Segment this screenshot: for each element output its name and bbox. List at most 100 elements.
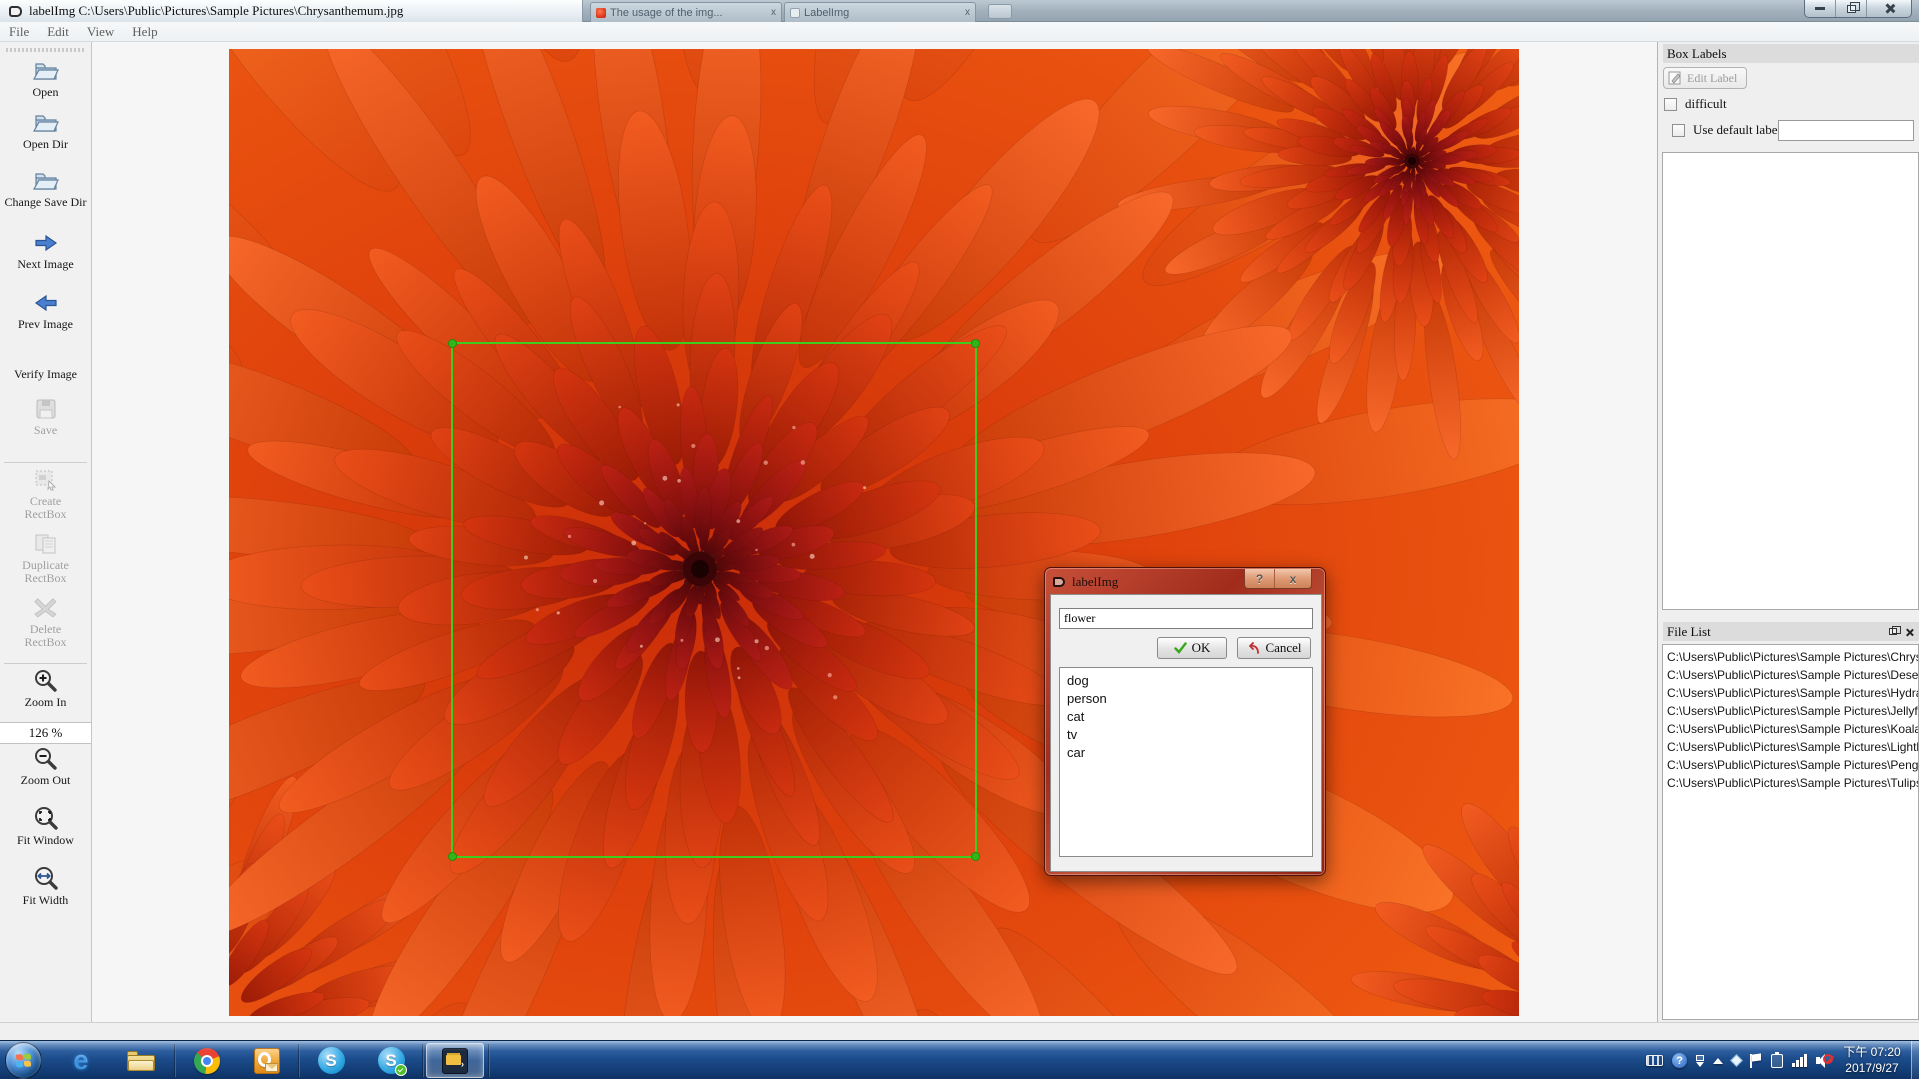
taskbar-labelimg-active[interactable]: › bbox=[426, 1043, 484, 1078]
dock-float-icon[interactable] bbox=[1889, 628, 1897, 635]
toolbar-separator bbox=[4, 462, 87, 463]
tab-labelimg[interactable]: LabelImg x bbox=[784, 2, 976, 22]
file-row[interactable]: C:\Users\Public\Pictures\Sample Pictures… bbox=[1663, 720, 1918, 738]
tab-close-icon[interactable]: x bbox=[965, 8, 970, 18]
difficult-checkbox[interactable] bbox=[1664, 98, 1677, 111]
file-row[interactable]: C:\Users\Public\Pictures\Sample Pictures… bbox=[1663, 738, 1918, 756]
delete-rectbox-button[interactable]: Delete RectBox bbox=[0, 595, 91, 659]
dialog-close-button[interactable]: x bbox=[1275, 569, 1311, 588]
dialog-title: labelImg bbox=[1072, 574, 1118, 590]
gray-page-icon bbox=[790, 8, 800, 18]
duplicate-rectbox-icon bbox=[31, 531, 61, 557]
help-tray-icon[interactable]: ? bbox=[1672, 1053, 1687, 1068]
menu-file[interactable]: File bbox=[0, 24, 38, 40]
taskbar-skype[interactable]: S bbox=[302, 1043, 360, 1078]
label-option[interactable]: car bbox=[1060, 744, 1312, 762]
taskbar-internet-explorer[interactable]: e bbox=[52, 1043, 110, 1078]
file-list[interactable]: C:\Users\Public\Pictures\Sample Pictures… bbox=[1662, 644, 1919, 1020]
restore-mini-icon[interactable] bbox=[1696, 1055, 1704, 1067]
bbox-handle-top-right[interactable] bbox=[971, 339, 980, 348]
minimize-button[interactable] bbox=[1805, 0, 1836, 17]
file-row[interactable]: C:\Users\Public\Pictures\Sample Pictures… bbox=[1663, 774, 1918, 792]
taskbar-chrome[interactable] bbox=[178, 1043, 236, 1078]
dock-close-icon[interactable] bbox=[1905, 628, 1913, 636]
active-window-tab[interactable]: labelImg C:\Users\Public\Pictures\Sample… bbox=[0, 0, 583, 22]
file-row[interactable]: C:\Users\Public\Pictures\Sample Pictures… bbox=[1663, 702, 1918, 720]
red-page-icon bbox=[596, 8, 606, 18]
ok-button[interactable]: OK bbox=[1157, 637, 1227, 659]
toolbar-drag-handle[interactable] bbox=[6, 48, 85, 52]
zoom-level-value[interactable]: 126 % bbox=[0, 722, 91, 744]
action-center-flag-icon[interactable] bbox=[1750, 1054, 1762, 1068]
tab-close-icon[interactable]: x bbox=[771, 8, 776, 18]
dialog-help-button[interactable]: ? bbox=[1245, 569, 1275, 588]
prev-image-button[interactable]: Prev Image bbox=[0, 290, 91, 350]
label-name-input[interactable] bbox=[1059, 608, 1313, 629]
use-default-label-checkbox[interactable] bbox=[1672, 124, 1685, 137]
edit-label-button[interactable]: Edit Label bbox=[1663, 67, 1747, 89]
zoom-in-icon bbox=[31, 668, 61, 694]
window-title: labelImg C:\Users\Public\Pictures\Sample… bbox=[29, 3, 403, 19]
label-option[interactable]: tv bbox=[1060, 726, 1312, 744]
menu-help[interactable]: Help bbox=[123, 24, 166, 40]
taskbar-outlook[interactable] bbox=[238, 1043, 296, 1078]
label-options-list[interactable]: dog person cat tv car bbox=[1059, 667, 1313, 857]
taskbar-file-explorer[interactable] bbox=[112, 1043, 170, 1078]
label-option[interactable]: dog bbox=[1060, 672, 1312, 690]
label-option[interactable]: person bbox=[1060, 690, 1312, 708]
start-button[interactable] bbox=[5, 1042, 42, 1079]
file-row[interactable]: C:\Users\Public\Pictures\Sample Pictures… bbox=[1663, 666, 1918, 684]
folder-open-icon bbox=[31, 58, 61, 84]
create-rectbox-button[interactable]: Create RectBox bbox=[0, 467, 91, 531]
taskbar-clock[interactable]: 下午 07:20 2017/9/27 bbox=[1835, 1044, 1909, 1076]
touch-keyboard-icon[interactable] bbox=[1646, 1055, 1663, 1066]
menu-edit[interactable]: Edit bbox=[38, 24, 78, 40]
minimize-icon bbox=[1815, 7, 1825, 10]
bbox-handle-top-left[interactable] bbox=[448, 339, 457, 348]
duplicate-rectbox-button[interactable]: Duplicate RectBox bbox=[0, 531, 91, 595]
verify-image-button[interactable]: Verify Image bbox=[0, 350, 91, 396]
bbox-handle-bottom-right[interactable] bbox=[971, 852, 980, 861]
file-row[interactable]: C:\Users\Public\Pictures\Sample Pictures… bbox=[1663, 648, 1918, 666]
file-row[interactable]: C:\Users\Public\Pictures\Sample Pictures… bbox=[1663, 684, 1918, 702]
fit-width-button[interactable]: Fit Width bbox=[0, 858, 91, 918]
cancel-button[interactable]: Cancel bbox=[1237, 637, 1311, 659]
tab-usage-page[interactable]: The usage of the img... x bbox=[590, 2, 782, 22]
annotation-bounding-box[interactable] bbox=[451, 342, 977, 858]
clipboard-icon[interactable] bbox=[1771, 1054, 1783, 1068]
skype-online-icon: S bbox=[378, 1047, 405, 1074]
menu-view[interactable]: View bbox=[78, 24, 123, 40]
taskbar-separator bbox=[488, 1044, 490, 1077]
outlook-icon bbox=[254, 1048, 280, 1074]
new-tab-button[interactable] bbox=[988, 4, 1012, 19]
right-dock-panel: Box Labels Edit Label difficult Use defa… bbox=[1657, 42, 1919, 1022]
taskbar-skype-online[interactable]: S bbox=[362, 1043, 420, 1078]
chrome-icon bbox=[194, 1048, 220, 1074]
arrow-right-icon bbox=[31, 230, 61, 256]
restore-button[interactable] bbox=[1836, 0, 1867, 17]
network-signal-icon[interactable] bbox=[1792, 1054, 1807, 1067]
label-option[interactable]: cat bbox=[1060, 708, 1312, 726]
file-list-header: File List bbox=[1663, 622, 1919, 641]
volume-muted-icon[interactable] bbox=[1816, 1053, 1833, 1068]
zoom-in-button[interactable]: Zoom In bbox=[0, 668, 91, 720]
file-row[interactable]: C:\Users\Public\Pictures\Sample Pictures… bbox=[1663, 756, 1918, 774]
label-dialog: labelImg ? x OK Cancel dog person cat tv… bbox=[1044, 567, 1326, 876]
zoom-out-button[interactable]: Zoom Out bbox=[0, 746, 91, 798]
save-button[interactable]: Save bbox=[0, 396, 91, 458]
open-button[interactable]: Open bbox=[0, 58, 91, 110]
show-hidden-icons-arrow[interactable] bbox=[1713, 1058, 1723, 1064]
dropbox-icon[interactable] bbox=[1730, 1054, 1743, 1067]
close-button[interactable] bbox=[1867, 0, 1911, 17]
fit-window-button[interactable]: Fit Window bbox=[0, 798, 91, 858]
labelimg-app-icon bbox=[9, 6, 22, 17]
box-labels-list[interactable] bbox=[1662, 152, 1919, 610]
default-label-input[interactable] bbox=[1778, 120, 1914, 141]
image-canvas[interactable] bbox=[92, 42, 1657, 1022]
next-image-button[interactable]: Next Image bbox=[0, 230, 91, 290]
show-desktop-button[interactable] bbox=[1911, 1041, 1919, 1079]
open-dir-button[interactable]: Open Dir bbox=[0, 110, 91, 168]
change-save-dir-button[interactable]: Change Save Dir bbox=[0, 168, 91, 230]
dialog-caption-buttons: ? x bbox=[1244, 569, 1312, 589]
bbox-handle-bottom-left[interactable] bbox=[448, 852, 457, 861]
